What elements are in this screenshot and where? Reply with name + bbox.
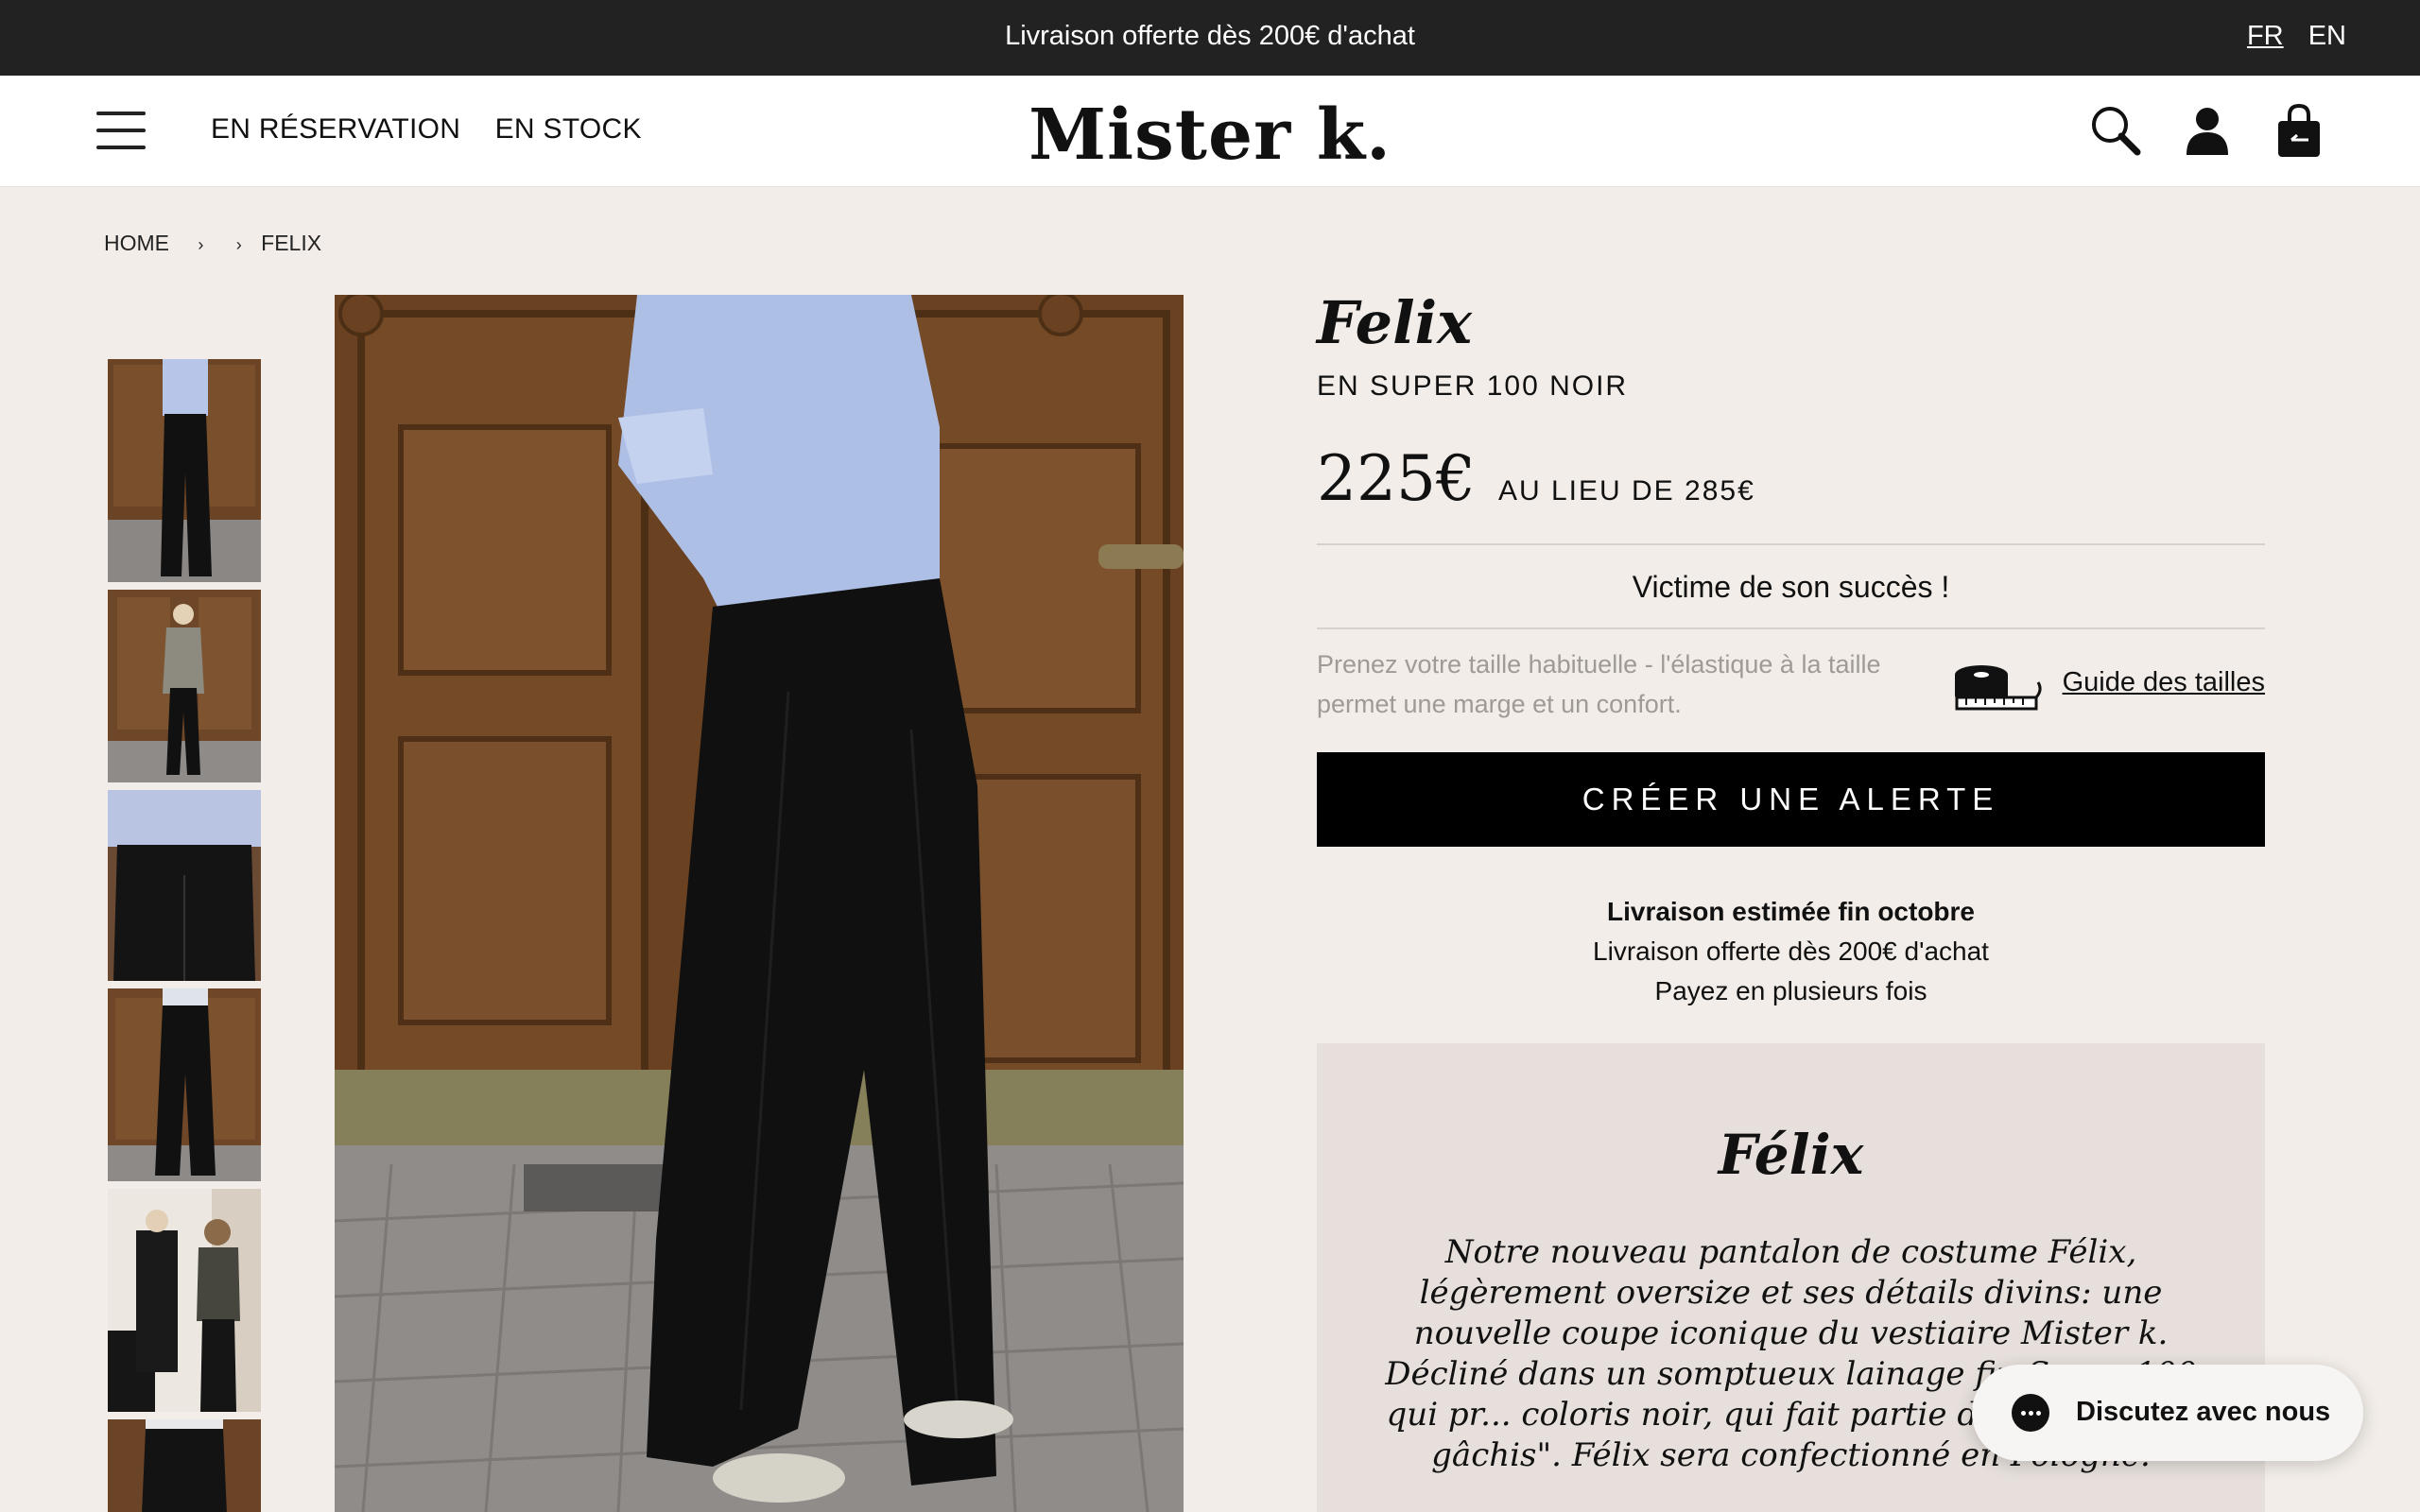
product-price: 225€ [1317,442,1476,515]
product-title: Felix [1317,288,1473,357]
sold-out-message: Victime de son succès ! [1632,570,1950,604]
description-title: Félix [1718,1123,1864,1187]
lang-fr-link[interactable]: FR [2247,21,2284,51]
measuring-tape-icon [1953,662,2044,711]
price-row: 225€ AU LIEU DE 285€ [1317,442,2265,515]
lang-en-link[interactable]: EN [2308,21,2346,51]
create-alert-button[interactable]: CRÉER UNE ALERTE [1317,752,2265,847]
chat-widget-button[interactable]: Discutez avec nous [1972,1365,2363,1461]
thumbnail-strip [108,359,261,1512]
thumbnail-image[interactable] [108,590,261,782]
size-row: Prenez votre taille habituelle - l'élast… [1317,629,2265,752]
chat-bubble-icon [2012,1394,2049,1432]
breadcrumb-separator: › [198,235,204,254]
thumbnail-image[interactable] [108,1189,261,1412]
breadcrumb-home[interactable]: HOME [104,231,169,255]
breadcrumb: HOME › › FELIX [104,231,331,256]
breadcrumb-separator: › [235,235,242,254]
free-shipping-text: Livraison offerte dès 200€ d'achat [1593,936,1989,966]
size-note: Prenez votre taille habituelle - l'élast… [1317,650,1881,718]
old-price: AU LIEU DE 285€ [1497,475,1755,507]
thumbnail-image[interactable] [108,790,261,981]
site-header: EN RÉSERVATION EN STOCK Mister k. [0,76,2420,187]
thumbnail-image[interactable] [108,359,261,582]
user-icon[interactable] [2179,102,2236,159]
breadcrumb-current: FELIX [261,231,322,255]
chat-label: Discutez avec nous [2076,1397,2331,1427]
delivery-estimate: Livraison estimée fin octobre [1607,897,1975,926]
payment-text: Payez en plusieurs fois [1654,976,1927,1005]
product-info: Felix EN SUPER 100 NOIR 225€ AU LIEU DE … [1317,288,2265,1512]
language-switcher: FR EN [2230,21,2346,52]
thumbnail-image[interactable] [108,988,261,1181]
size-guide-link[interactable]: Guide des tailles [2063,667,2265,698]
announcement-bar: Livraison offerte dès 200€ d'achat FR EN [0,0,2420,76]
promo-text: Livraison offerte dès 200€ d'achat [1005,21,1415,51]
delivery-info: Livraison estimée fin octobre Livraison … [1317,892,2265,1011]
search-icon[interactable] [2087,102,2144,159]
bag-icon[interactable] [2271,102,2327,159]
main-product-image[interactable] [335,295,1184,1512]
site-logo[interactable]: Mister k. [0,94,2420,176]
product-subtitle: EN SUPER 100 NOIR [1317,370,1629,402]
thumbnail-image[interactable] [108,1419,261,1512]
